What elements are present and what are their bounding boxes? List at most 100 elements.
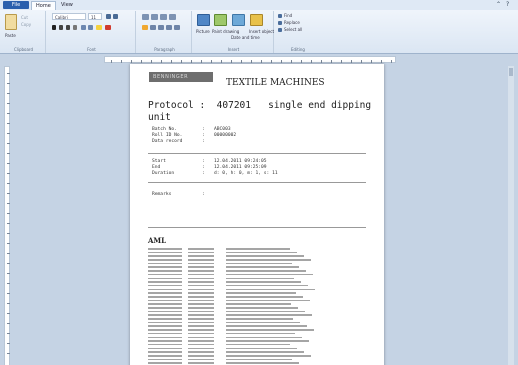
log-text-stroke	[226, 284, 308, 287]
align-right-icon[interactable]	[158, 25, 164, 30]
log-text-stroke	[148, 318, 182, 320]
ruler-tick	[7, 203, 10, 204]
find-button[interactable]: Find	[284, 13, 292, 18]
ruler-tick	[331, 60, 332, 63]
log-text-stroke	[226, 277, 294, 280]
divider	[148, 227, 366, 228]
log-text-stroke	[148, 292, 182, 294]
ruler-tick	[7, 83, 10, 84]
ruler-tick	[7, 303, 10, 304]
increase-indent-icon[interactable]	[151, 14, 158, 20]
align-center-icon[interactable]	[150, 25, 156, 30]
duration-value: d: 0, h: 0, m: 1, s: 11	[214, 171, 278, 176]
log-text-stroke	[226, 299, 310, 302]
log-text-stroke	[226, 273, 313, 276]
ruler-tick	[241, 60, 242, 63]
ruler-tick	[191, 60, 192, 63]
log-text-stroke	[188, 248, 214, 250]
insert-object-icon[interactable]	[250, 14, 263, 26]
log-text-stroke	[188, 362, 214, 364]
log-text-stroke	[226, 292, 296, 294]
bullets-icon[interactable]	[160, 14, 167, 20]
clipboard-group: Paste Cut Copy Clipboard	[2, 11, 46, 53]
ruler-tick	[7, 273, 10, 274]
italic-icon[interactable]	[59, 25, 63, 30]
document-title: TEXTILE MACHINES	[226, 78, 325, 88]
vertical-ruler[interactable]	[4, 66, 10, 365]
start-value: 12.04.2011 09:24:05	[214, 159, 267, 164]
ruler-tick	[7, 173, 10, 174]
protocol-number: 407201	[216, 100, 251, 111]
strikethrough-icon[interactable]	[73, 25, 77, 30]
minimize-ribbon-icon[interactable]: ⌃	[496, 2, 502, 8]
log-text-stroke	[188, 284, 214, 287]
log-text-stroke	[148, 259, 182, 261]
paste-icon[interactable]	[5, 14, 17, 30]
log-text-stroke	[226, 307, 298, 309]
grow-font-icon[interactable]	[106, 14, 111, 19]
paragraph-icon[interactable]	[174, 25, 180, 30]
horizontal-ruler[interactable]	[104, 56, 396, 63]
ruler-tick	[181, 60, 182, 63]
shrink-font-icon[interactable]	[113, 14, 118, 19]
highlight-icon[interactable]	[96, 25, 102, 30]
protocol-description-cont: unit	[148, 112, 171, 123]
ruler-tick	[7, 353, 10, 354]
font-size-select[interactable]: 11	[88, 13, 102, 20]
tab-home[interactable]: Home	[31, 1, 56, 10]
subscript-icon[interactable]	[81, 25, 86, 30]
log-text-stroke	[188, 295, 214, 298]
find-icon[interactable]	[278, 14, 282, 18]
replace-button[interactable]: Replace	[284, 20, 300, 25]
log-text-stroke	[226, 259, 311, 261]
protocol-description: single end dipping	[268, 100, 372, 111]
font-color-icon[interactable]	[105, 25, 111, 30]
ruler-tick	[281, 60, 282, 63]
ribbon-tabbar: File Home View ⌃ ?	[0, 0, 518, 10]
justify-icon[interactable]	[166, 25, 172, 30]
superscript-icon[interactable]	[88, 25, 93, 30]
ruler-tick	[301, 60, 302, 63]
date-time-icon[interactable]	[232, 14, 245, 26]
line-spacing-icon[interactable]	[169, 14, 176, 20]
log-text-stroke	[226, 336, 302, 339]
field-label: Batch No.	[152, 127, 177, 132]
log-text-stroke	[148, 343, 182, 346]
decrease-indent-icon[interactable]	[142, 14, 149, 20]
vertical-scrollbar[interactable]	[508, 66, 514, 365]
ruler-tick	[7, 113, 10, 114]
log-text-stroke	[148, 325, 182, 328]
log-text-stroke	[226, 314, 312, 316]
editing-group-label: Editing	[291, 47, 305, 52]
log-text-stroke	[148, 266, 182, 269]
underline-icon[interactable]	[66, 25, 70, 30]
log-text-stroke	[148, 307, 182, 309]
cut-button[interactable]: Cut	[21, 15, 28, 20]
log-text-stroke	[148, 270, 182, 272]
ruler-tick	[341, 60, 342, 63]
document-page[interactable]: BENNINGER TEXTILE MACHINES Protocol : 40…	[130, 64, 384, 365]
align-left-icon[interactable]	[142, 25, 148, 30]
picture-icon[interactable]	[197, 14, 210, 26]
paint-drawing-icon[interactable]	[214, 14, 227, 26]
replace-icon[interactable]	[278, 21, 282, 25]
select-all-icon[interactable]	[278, 28, 282, 32]
copy-button[interactable]: Copy	[21, 22, 31, 27]
bold-icon[interactable]	[52, 25, 56, 30]
log-text-stroke	[226, 354, 311, 357]
font-name-select[interactable]: Calibri	[52, 13, 86, 20]
help-icon[interactable]: ?	[506, 2, 512, 8]
ruler-tick	[7, 143, 10, 144]
file-button[interactable]: File	[3, 1, 29, 9]
ruler-tick	[231, 60, 232, 63]
ruler-tick	[371, 60, 372, 63]
scrollbar-thumb[interactable]	[509, 68, 513, 76]
log-text-stroke	[148, 262, 182, 265]
log-text-stroke	[188, 273, 214, 276]
insert-group-label: Insert	[227, 47, 240, 52]
tab-view[interactable]: View	[57, 1, 77, 10]
ruler-tick	[151, 60, 152, 63]
ruler-tick	[351, 60, 352, 63]
select-all-button[interactable]: Select all	[284, 27, 302, 32]
ruler-tick	[271, 60, 272, 63]
